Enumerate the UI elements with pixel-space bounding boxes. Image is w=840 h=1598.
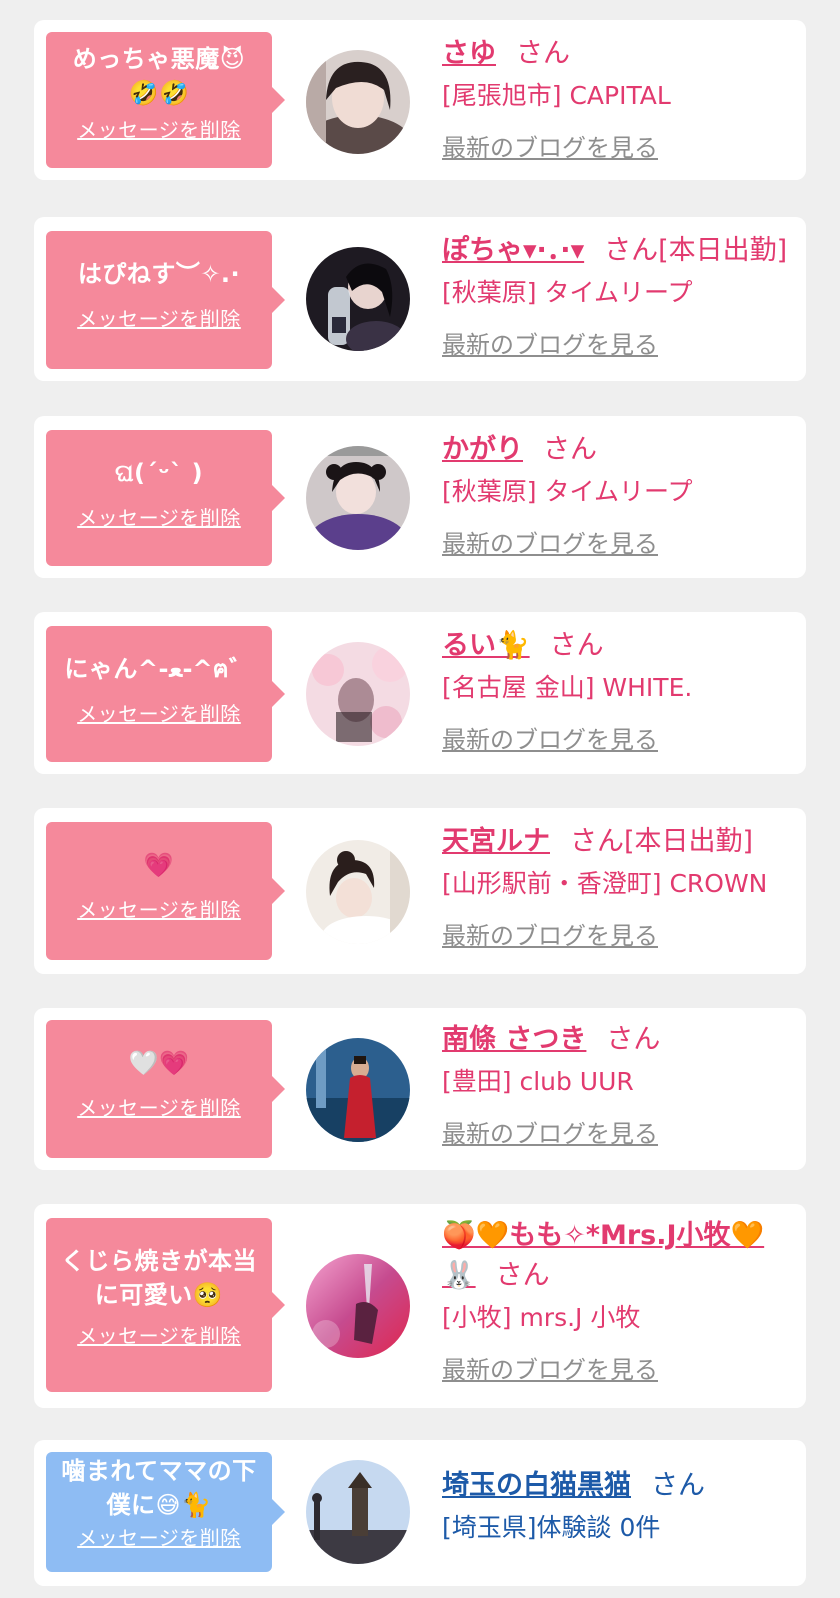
delete-message-button[interactable]: メッセージを削除 — [77, 303, 241, 332]
message-bubble: ଘ(ˊᵕˋ ) メッセージを削除 — [46, 430, 285, 566]
profile-name-link-cont[interactable]: 🐰 — [442, 1260, 476, 1291]
delete-message-button[interactable]: メッセージを削除 — [77, 698, 241, 727]
list-item: にゃん^-ﻌ-^ฅ゛ メッセージを削除 るい🐈 さん [名古屋 金山] WHITE… — [34, 612, 806, 774]
list-item: 噛まれてママの下 僕に😅🐈 メッセージを削除 埼玉の白猫黒猫 さん [埼玉県]体験… — [34, 1440, 806, 1586]
shop-label: [埼玉県]体験談 0件 — [442, 1513, 661, 1542]
shop-label: [尾張旭市] CAPITAL — [442, 81, 671, 110]
message-bubble: くじら焼きが本当 に可愛い🥺 メッセージを削除 — [46, 1218, 285, 1392]
message-text: 僕に😅🐈 — [106, 1491, 212, 1519]
message-bubble: 噛まれてママの下 僕に😅🐈 メッセージを削除 — [46, 1452, 285, 1572]
honorific: さん — [543, 434, 597, 465]
view-blog-link[interactable]: 最新のブログを見る — [442, 128, 658, 163]
message-text: くじら焼きが本当 — [61, 1247, 257, 1275]
profile-info: 南條 さつき さん [豊田] club UUR 最新のブログを見る — [442, 1020, 796, 1149]
honorific: さん — [651, 1470, 705, 1501]
avatar[interactable] — [306, 840, 410, 944]
delete-message-button[interactable]: メッセージを削除 — [77, 894, 241, 923]
view-blog-link[interactable]: 最新のブログを見る — [442, 916, 658, 951]
profile-info: るい🐈 さん [名古屋 金山] WHITE. 最新のブログを見る — [442, 626, 796, 755]
message-text: めっちゃ悪魔😈 — [72, 45, 246, 73]
honorific: さん — [570, 826, 624, 857]
message-text: 🤣🤣 — [128, 79, 190, 107]
message-bubble: はぴねす︶✧.· メッセージを削除 — [46, 231, 285, 369]
profile-name-link[interactable]: ぽちゃ▾·．·▾ — [442, 235, 584, 266]
view-blog-link[interactable]: 最新のブログを見る — [442, 1114, 658, 1149]
profile-info: ぽちゃ▾·．·▾ さん[本日出勤] [秋葉原] タイムリープ 最新のブログを見る — [442, 231, 796, 360]
list-item: くじら焼きが本当 に可愛い🥺 メッセージを削除 🍑🧡もも✧*Mrs.J小牧🧡 🐰… — [34, 1204, 806, 1408]
profile-name-link[interactable]: かがり — [442, 434, 523, 465]
avatar[interactable] — [306, 247, 410, 351]
message-text: はぴねす︶✧.· — [77, 260, 241, 288]
honorific: さん — [606, 1024, 661, 1055]
attendance-badge: [本日出勤] — [624, 826, 754, 857]
message-list: めっちゃ悪魔😈 🤣🤣 メッセージを削除 さゆ さん [尾張旭市] CAPITAL … — [0, 0, 840, 1598]
view-blog-link[interactable]: 最新のブログを見る — [442, 1350, 658, 1385]
profile-name-link[interactable]: るい🐈 — [442, 630, 530, 661]
view-blog-link[interactable]: 最新のブログを見る — [442, 325, 658, 360]
profile-info: かがり さん [秋葉原] タイムリープ 最新のブログを見る — [442, 430, 796, 559]
message-text: 💗 — [143, 851, 175, 879]
message-bubble: めっちゃ悪魔😈 🤣🤣 メッセージを削除 — [46, 32, 285, 168]
avatar[interactable] — [306, 1038, 410, 1142]
list-item: はぴねす︶✧.· メッセージを削除 ぽちゃ▾·．·▾ さん[本日出勤] [秋葉原]… — [34, 217, 806, 381]
list-item: 💗 メッセージを削除 天宮ルナ さん[本日出勤] [山形駅前・香澄町] CROWN… — [34, 808, 806, 974]
list-item: 🤍💗 メッセージを削除 南條 さつき さん [豊田] club UUR 最新のブロ… — [34, 1008, 806, 1170]
delete-message-button[interactable]: メッセージを削除 — [77, 114, 241, 143]
avatar[interactable] — [306, 50, 410, 154]
shop-label: [秋葉原] タイムリープ — [442, 278, 693, 307]
shop-label: [秋葉原] タイムリープ — [442, 477, 693, 506]
shop-label: [豊田] club UUR — [442, 1067, 634, 1096]
view-blog-link[interactable]: 最新のブログを見る — [442, 720, 658, 755]
honorific: さん — [495, 1260, 550, 1291]
profile-name-link[interactable]: 南條 さつき — [442, 1024, 586, 1055]
profile-name-link[interactable]: 🍑🧡もも✧*Mrs.J小牧🧡 — [442, 1220, 764, 1251]
honorific: さん — [604, 235, 659, 266]
profile-info: さゆ さん [尾張旭市] CAPITAL 最新のブログを見る — [442, 34, 796, 163]
message-text: ଘ(ˊᵕˋ ) — [114, 459, 204, 487]
view-blog-link[interactable]: 最新のブログを見る — [442, 524, 658, 559]
avatar[interactable] — [306, 446, 410, 550]
list-item: ଘ(ˊᵕˋ ) メッセージを削除 かがり さん [秋葉原] タイムリープ 最新のブ… — [34, 416, 806, 578]
delete-message-button[interactable]: メッセージを削除 — [77, 1320, 241, 1349]
delete-message-button[interactable]: メッセージを削除 — [77, 502, 241, 531]
avatar[interactable] — [306, 1460, 410, 1564]
message-text: にゃん^-ﻌ-^ฅ゛ — [64, 655, 254, 683]
shop-label: [山形駅前・香澄町] CROWN — [442, 869, 768, 898]
shop-label: [名古屋 金山] WHITE. — [442, 673, 693, 702]
message-text: 🤍💗 — [128, 1049, 190, 1077]
profile-name-link[interactable]: さゆ — [442, 38, 496, 69]
message-text: 噛まれてママの下 — [61, 1457, 257, 1485]
profile-info: 🍑🧡もも✧*Mrs.J小牧🧡 🐰 さん [小牧] mrs.J 小牧 最新のブログを… — [442, 1216, 796, 1385]
profile-name-link[interactable]: 埼玉の白猫黒猫 — [442, 1470, 631, 1501]
shop-label: [小牧] mrs.J 小牧 — [442, 1303, 641, 1332]
honorific: さん — [516, 38, 570, 69]
message-bubble: 🤍💗 メッセージを削除 — [46, 1020, 285, 1158]
profile-info: 天宮ルナ さん[本日出勤] [山形駅前・香澄町] CROWN 最新のブログを見る — [442, 822, 796, 951]
delete-message-button[interactable]: メッセージを削除 — [77, 1522, 241, 1551]
message-bubble: 💗 メッセージを削除 — [46, 822, 285, 960]
message-bubble: にゃん^-ﻌ-^ฅ゛ メッセージを削除 — [46, 626, 285, 762]
avatar[interactable] — [306, 1254, 410, 1358]
message-text: に可愛い🥺 — [94, 1281, 224, 1309]
profile-name-link[interactable]: 天宮ルナ — [442, 826, 550, 857]
attendance-badge: [本日出勤] — [658, 235, 788, 266]
list-item: めっちゃ悪魔😈 🤣🤣 メッセージを削除 さゆ さん [尾張旭市] CAPITAL … — [34, 20, 806, 180]
honorific: さん — [549, 630, 604, 661]
profile-info: 埼玉の白猫黒猫 さん [埼玉県]体験談 0件 — [442, 1466, 796, 1548]
delete-message-button[interactable]: メッセージを削除 — [77, 1092, 241, 1121]
avatar[interactable] — [306, 642, 410, 746]
